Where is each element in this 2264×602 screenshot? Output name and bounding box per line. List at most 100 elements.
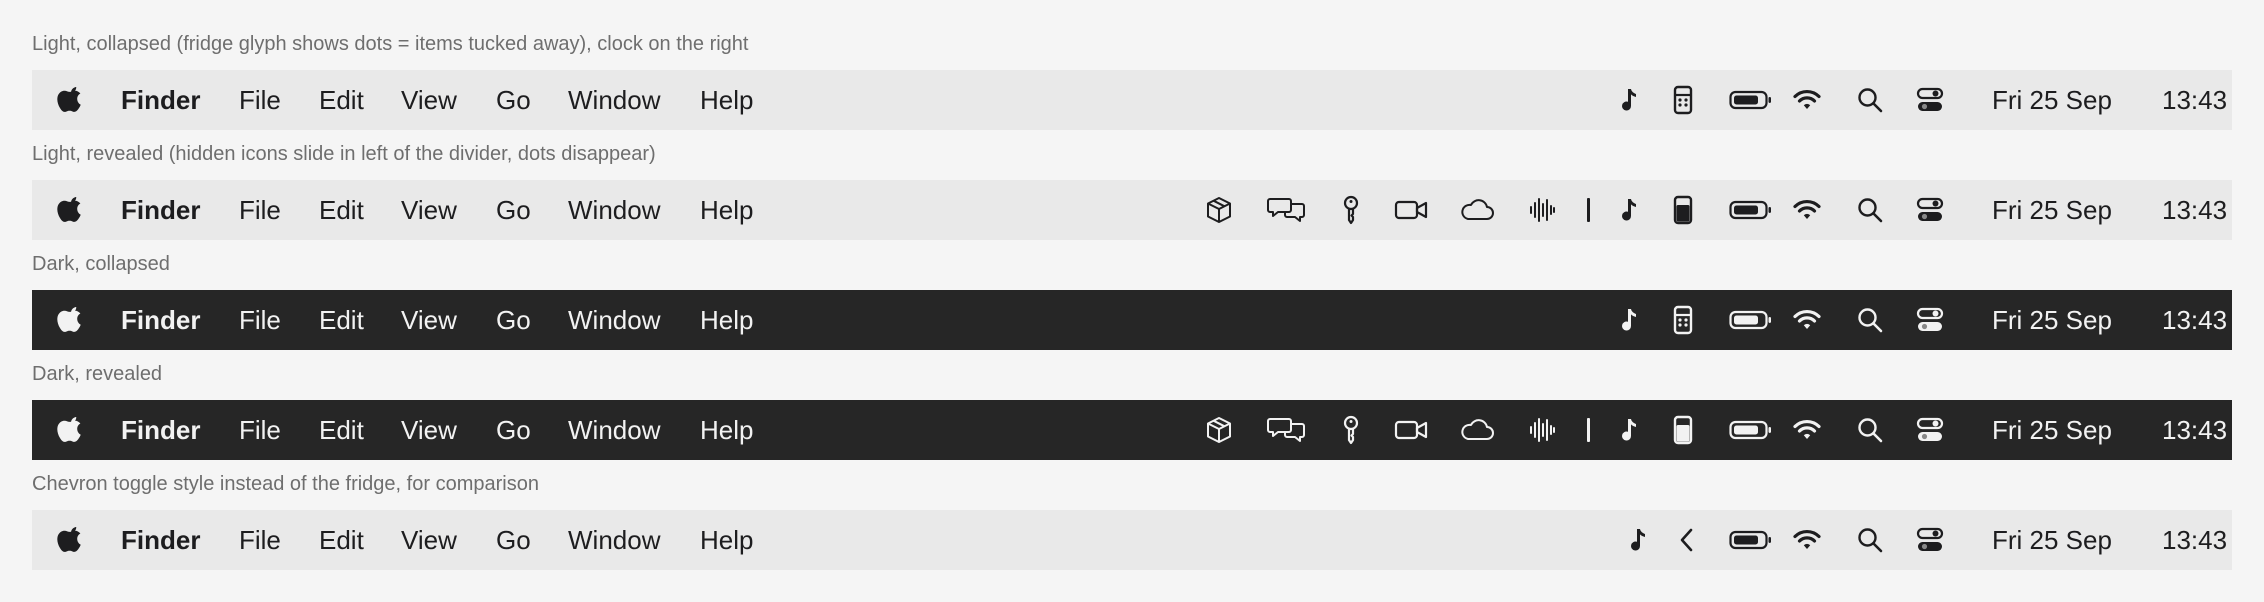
clock-time: 13:43 bbox=[2162, 305, 2228, 335]
menu-go[interactable]: Go bbox=[496, 510, 531, 570]
hidden-items-divider[interactable] bbox=[1587, 198, 1590, 222]
caption-light-collapsed: Light, collapsed (fridge glyph shows dot… bbox=[32, 33, 749, 55]
menu-window[interactable]: Window bbox=[568, 290, 660, 350]
apple-icon[interactable] bbox=[57, 415, 83, 445]
search-icon[interactable] bbox=[1855, 195, 1885, 225]
menubar-light-revealed: Finder File Edit View Go Window Help Fri… bbox=[32, 180, 2232, 240]
apple-icon[interactable] bbox=[57, 195, 83, 225]
caption-chevron-variant: Chevron toggle style instead of the frid… bbox=[32, 473, 539, 495]
music-note-icon[interactable] bbox=[1615, 305, 1645, 335]
hidden-items-divider[interactable] bbox=[1587, 418, 1590, 442]
cloud-icon[interactable] bbox=[1459, 415, 1495, 445]
menu-finder[interactable]: Finder bbox=[121, 70, 200, 130]
wifi-icon[interactable] bbox=[1792, 195, 1822, 225]
menubar-dark-collapsed: Finder File Edit View Go Window Help Fri… bbox=[32, 290, 2232, 350]
control-center-icon[interactable] bbox=[1915, 525, 1945, 555]
control-center-icon[interactable] bbox=[1915, 415, 1945, 445]
battery-icon[interactable] bbox=[1729, 415, 1773, 445]
fridge-icon[interactable] bbox=[1668, 415, 1698, 445]
search-icon[interactable] bbox=[1855, 85, 1885, 115]
menu-file[interactable]: File bbox=[239, 70, 281, 130]
menu-window[interactable]: Window bbox=[568, 510, 660, 570]
menu-help[interactable]: Help bbox=[700, 290, 753, 350]
control-center-icon[interactable] bbox=[1915, 85, 1945, 115]
wifi-icon[interactable] bbox=[1792, 415, 1822, 445]
apple-icon[interactable] bbox=[57, 85, 83, 115]
waveform-icon[interactable] bbox=[1527, 195, 1557, 225]
menu-view[interactable]: View bbox=[401, 70, 457, 130]
wifi-icon[interactable] bbox=[1792, 305, 1822, 335]
fridge-icon[interactable] bbox=[1668, 85, 1698, 115]
control-center-icon[interactable] bbox=[1915, 195, 1945, 225]
caption-dark-collapsed: Dark, collapsed bbox=[32, 253, 170, 275]
menu-go[interactable]: Go bbox=[496, 180, 531, 240]
search-icon[interactable] bbox=[1855, 415, 1885, 445]
menu-help[interactable]: Help bbox=[700, 180, 753, 240]
chat-bubbles-icon[interactable] bbox=[1266, 195, 1308, 225]
menu-view[interactable]: View bbox=[401, 180, 457, 240]
menu-view[interactable]: View bbox=[401, 510, 457, 570]
search-icon[interactable] bbox=[1855, 305, 1885, 335]
clock-time: 13:43 bbox=[2162, 525, 2228, 555]
wifi-icon[interactable] bbox=[1792, 525, 1822, 555]
menu-file[interactable]: File bbox=[239, 290, 281, 350]
battery-icon[interactable] bbox=[1729, 305, 1773, 335]
menu-finder[interactable]: Finder bbox=[121, 510, 200, 570]
package-icon[interactable] bbox=[1204, 195, 1234, 225]
key-icon[interactable] bbox=[1336, 415, 1366, 445]
package-icon[interactable] bbox=[1204, 415, 1234, 445]
wifi-icon[interactable] bbox=[1792, 85, 1822, 115]
chevron-left-icon[interactable] bbox=[1672, 525, 1702, 555]
menu-edit[interactable]: Edit bbox=[319, 290, 364, 350]
waveform-icon[interactable] bbox=[1527, 415, 1557, 445]
menu-edit[interactable]: Edit bbox=[319, 180, 364, 240]
music-note-icon[interactable] bbox=[1624, 525, 1654, 555]
video-camera-icon[interactable] bbox=[1394, 415, 1430, 445]
menu-edit[interactable]: Edit bbox=[319, 510, 364, 570]
control-center-icon[interactable] bbox=[1915, 305, 1945, 335]
clock-date: Fri 25 Sep bbox=[1992, 525, 2112, 555]
menu-file[interactable]: File bbox=[239, 400, 281, 460]
chat-bubbles-icon[interactable] bbox=[1266, 415, 1308, 445]
music-note-icon[interactable] bbox=[1615, 195, 1645, 225]
apple-icon[interactable] bbox=[57, 525, 83, 555]
key-icon[interactable] bbox=[1336, 195, 1366, 225]
menu-file[interactable]: File bbox=[239, 510, 281, 570]
menu-finder[interactable]: Finder bbox=[121, 180, 200, 240]
caption-light-revealed: Light, revealed (hidden icons slide in l… bbox=[32, 143, 656, 165]
menu-file[interactable]: File bbox=[239, 180, 281, 240]
music-note-icon[interactable] bbox=[1615, 85, 1645, 115]
clock-date: Fri 25 Sep bbox=[1992, 195, 2112, 225]
search-icon[interactable] bbox=[1855, 525, 1885, 555]
clock-date: Fri 25 Sep bbox=[1992, 415, 2112, 445]
battery-icon[interactable] bbox=[1729, 85, 1773, 115]
menu-window[interactable]: Window bbox=[568, 70, 660, 130]
menu-finder[interactable]: Finder bbox=[121, 290, 200, 350]
clock-time: 13:43 bbox=[2162, 85, 2228, 115]
menubar-dark-revealed: Finder File Edit View Go Window Help Fri… bbox=[32, 400, 2232, 460]
menu-go[interactable]: Go bbox=[496, 290, 531, 350]
menu-window[interactable]: Window bbox=[568, 180, 660, 240]
menu-help[interactable]: Help bbox=[700, 510, 753, 570]
cloud-icon[interactable] bbox=[1459, 195, 1495, 225]
fridge-icon[interactable] bbox=[1668, 305, 1698, 335]
menu-help[interactable]: Help bbox=[700, 70, 753, 130]
apple-icon[interactable] bbox=[57, 305, 83, 335]
menu-go[interactable]: Go bbox=[496, 400, 531, 460]
caption-dark-revealed: Dark, revealed bbox=[32, 363, 163, 385]
video-camera-icon[interactable] bbox=[1394, 195, 1430, 225]
battery-icon[interactable] bbox=[1729, 195, 1773, 225]
menu-edit[interactable]: Edit bbox=[319, 70, 364, 130]
menu-edit[interactable]: Edit bbox=[319, 400, 364, 460]
clock-time: 13:43 bbox=[2162, 415, 2228, 445]
menu-view[interactable]: View bbox=[401, 290, 457, 350]
menubar-light-collapsed: Finder File Edit View Go Window Help Fri… bbox=[32, 70, 2232, 130]
menu-finder[interactable]: Finder bbox=[121, 400, 200, 460]
fridge-icon[interactable] bbox=[1668, 195, 1698, 225]
menu-view[interactable]: View bbox=[401, 400, 457, 460]
menu-window[interactable]: Window bbox=[568, 400, 660, 460]
menu-help[interactable]: Help bbox=[700, 400, 753, 460]
battery-icon[interactable] bbox=[1729, 525, 1773, 555]
music-note-icon[interactable] bbox=[1615, 415, 1645, 445]
menu-go[interactable]: Go bbox=[496, 70, 531, 130]
